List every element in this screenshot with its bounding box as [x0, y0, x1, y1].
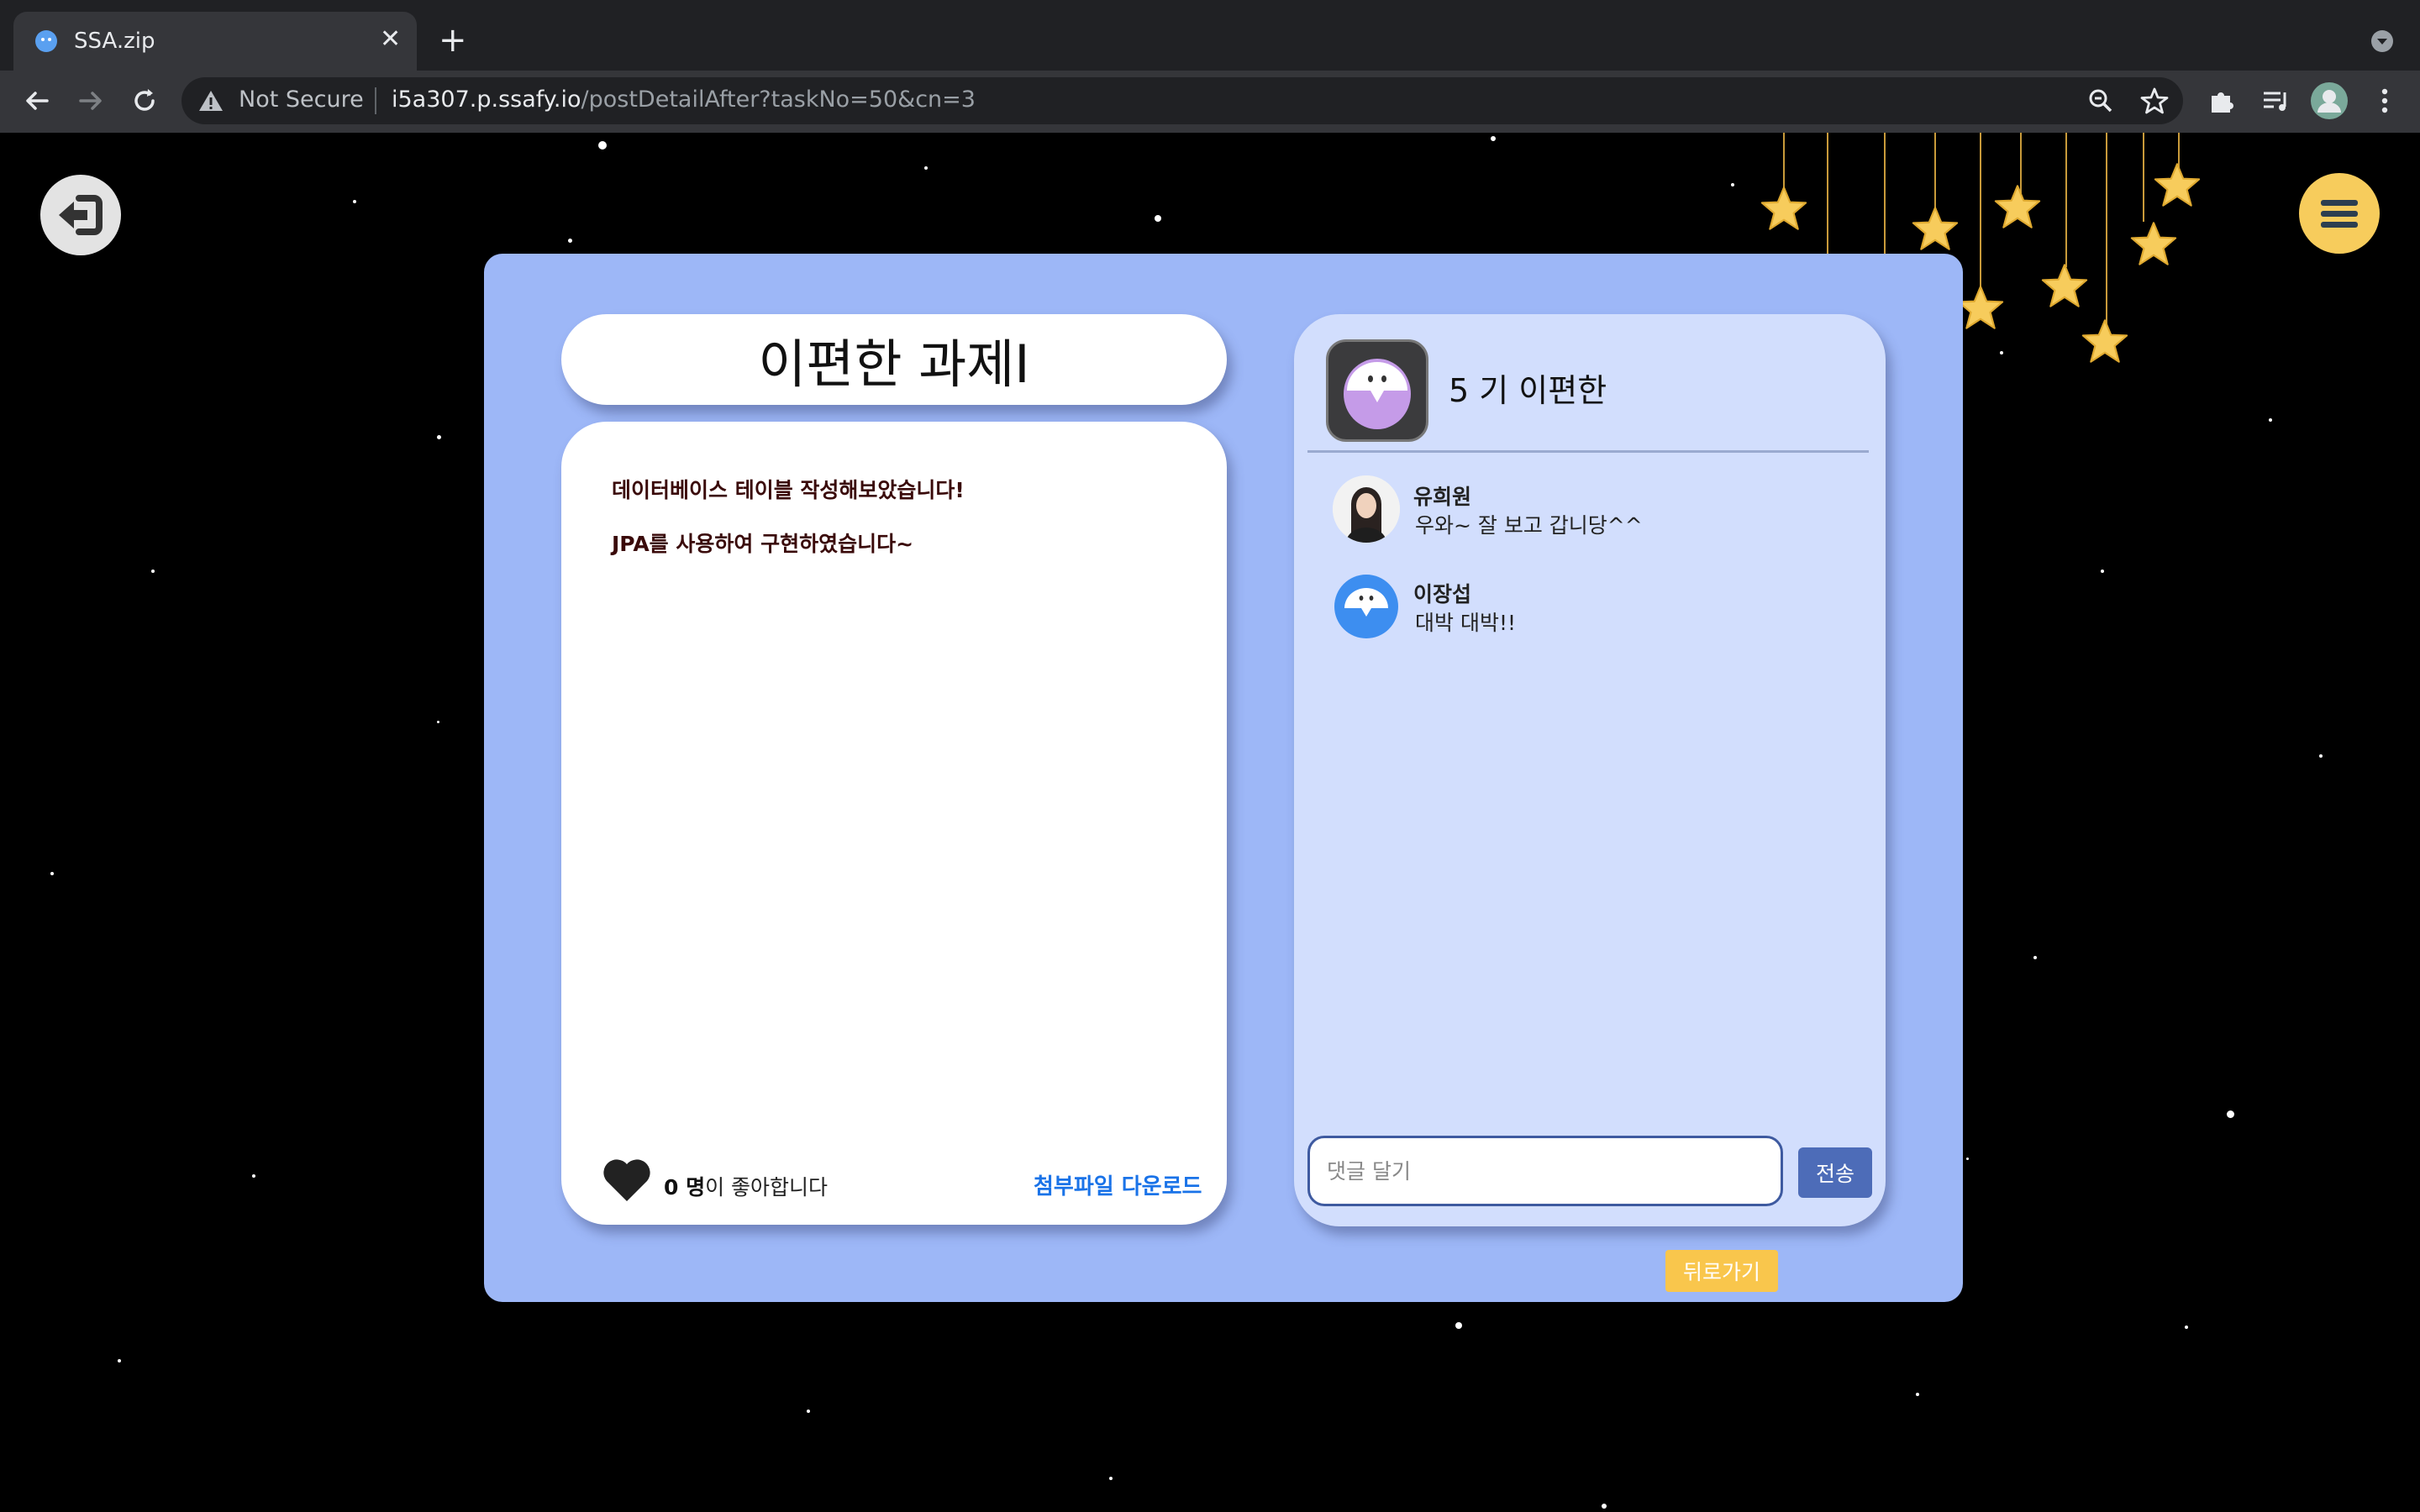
tab-title: SSA.zip: [74, 29, 155, 54]
url-path: /postDetailAfter?taskNo=50&cn=3: [581, 87, 976, 113]
warning-icon[interactable]: [198, 89, 224, 113]
avatar: [1333, 573, 1400, 640]
like-suffix: 이 좋아합니다: [705, 1175, 829, 1200]
divider: [1307, 450, 1869, 453]
post-title-box: 이편한 과제I: [561, 314, 1227, 405]
logout-icon: [59, 195, 103, 235]
avatar: [1333, 475, 1400, 543]
menu-button[interactable]: [2299, 173, 2380, 254]
comment-text: 대박 대박!!: [1415, 611, 1516, 635]
star-icon: [1957, 286, 2004, 329]
star-icon: [1912, 207, 1959, 250]
bookmark-star-icon[interactable]: [2138, 84, 2171, 118]
star-icon: [2041, 264, 2088, 307]
logout-button[interactable]: [40, 175, 121, 255]
forward-arrow-icon[interactable]: [72, 82, 109, 119]
star-icon: [2154, 163, 2201, 207]
user-photo: [1333, 475, 1400, 543]
zoom-icon[interactable]: [2084, 84, 2118, 118]
post-content-line: 데이터베이스 테이블 작성해보았습니다!: [612, 478, 965, 502]
url-text[interactable]: i5a307.p.ssafy.io/postDetailAfter?taskNo…: [392, 87, 976, 113]
star-icon: [2081, 319, 2128, 363]
star-icon: [1994, 185, 2041, 228]
back-arrow-icon[interactable]: [18, 82, 55, 119]
comment-author: 이장섭: [1413, 582, 1472, 606]
tab-search-icon[interactable]: [2370, 29, 2395, 54]
media-icon[interactable]: [2259, 84, 2292, 118]
hamburger-menu-icon: [2321, 200, 2358, 228]
comment-author: 유희원: [1413, 485, 1472, 509]
post-title: 이편한 과제I: [758, 333, 1030, 395]
profile-icon[interactable]: [2309, 81, 2349, 121]
back-button[interactable]: 뒤로가기: [1665, 1250, 1778, 1292]
like-count-value: 0 명: [664, 1175, 706, 1200]
close-icon[interactable]: ✕: [380, 27, 401, 52]
post-content-line: JPA를 사용하여 구현하였습니다~: [612, 532, 914, 556]
user-avatar-icon: [1334, 575, 1398, 638]
url-separator: [375, 87, 376, 114]
heart-icon[interactable]: [602, 1158, 652, 1203]
reload-icon[interactable]: [126, 82, 163, 119]
tab-favicon-icon: [35, 30, 57, 52]
plus-icon[interactable]: +: [439, 24, 467, 57]
like-count: 0 명이 좋아합니다: [664, 1171, 828, 1201]
kebab-menu-icon[interactable]: [2368, 84, 2402, 118]
comment-input[interactable]: [1307, 1136, 1783, 1206]
url-host: i5a307.p.ssafy.io: [392, 87, 581, 113]
star-icon: [1760, 186, 1807, 230]
comment-text: 우와~ 잘 보고 갑니당^^: [1415, 513, 1643, 538]
download-attachment-link[interactable]: 첨부파일 다운로드: [1034, 1169, 1202, 1200]
security-label[interactable]: Not Secure: [239, 87, 364, 113]
star-icon: [2130, 222, 2177, 265]
avatar: [1326, 339, 1428, 442]
author-name: 5 기 이편한: [1449, 372, 1607, 409]
send-comment-button[interactable]: 전송: [1798, 1147, 1872, 1198]
extensions-icon[interactable]: [2205, 84, 2238, 118]
author-avatar-icon: [1344, 359, 1411, 429]
